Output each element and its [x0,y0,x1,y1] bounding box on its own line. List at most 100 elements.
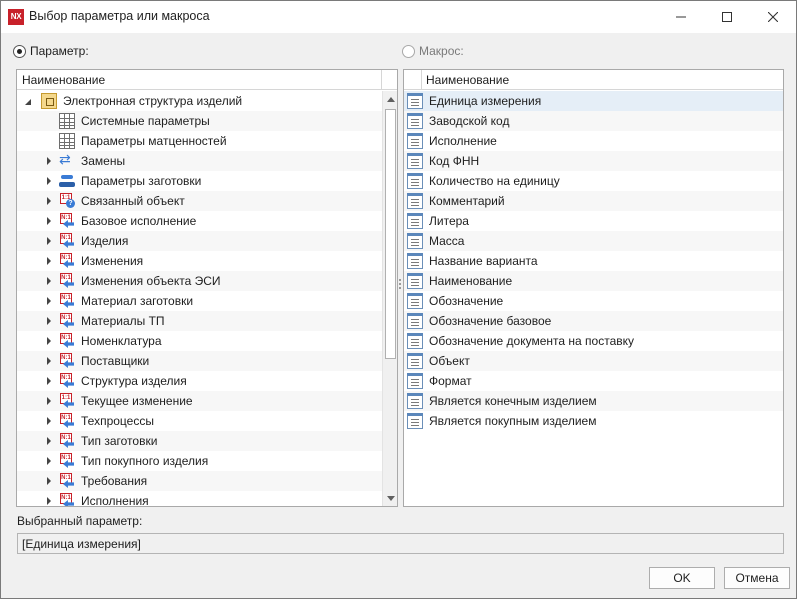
tree-item[interactable]: 1:1 Текущее изменение [17,391,382,411]
list-item[interactable]: Обозначение документа на поставку [404,331,783,351]
expand-arrow-icon[interactable] [45,211,55,231]
tree-item-label: Структура изделия [81,374,187,388]
macro-radio-dot[interactable] [402,44,415,58]
maximize-icon [722,12,732,22]
tree-item-label: Тип покупного изделия [81,454,209,468]
tree-item-label: Параметры заготовки [81,174,202,188]
expand-arrow-icon[interactable] [45,171,55,191]
tree-item-label: Изменения [81,254,144,268]
expand-arrow-icon[interactable] [45,431,55,451]
tree-item[interactable]: Замены [17,151,382,171]
list-item[interactable]: Комментарий [404,191,783,211]
tree-item[interactable]: N:1 Исполнения [17,491,382,506]
panel-splitter[interactable] [399,279,402,293]
expand-arrow-icon[interactable] [45,291,55,311]
collapse-arrow-icon[interactable] [25,91,35,111]
document-icon [407,273,423,289]
list-item[interactable]: Литера [404,211,783,231]
tree-vertical-scrollbar[interactable] [382,91,397,506]
expand-arrow-icon[interactable] [45,151,55,171]
expand-arrow-icon[interactable] [45,471,55,491]
list-column-header[interactable]: Наименование [404,70,783,90]
list-item[interactable]: Количество на единицу [404,171,783,191]
tree-item[interactable]: N:1 Изменения [17,251,382,271]
column-separator [421,70,422,89]
tree-item[interactable]: Параметры заготовки [17,171,382,191]
list-item[interactable]: Название варианта [404,251,783,271]
relation-n1-icon: N:1 [59,453,75,469]
list-column-header-label: Наименование [426,73,510,87]
expand-arrow-icon[interactable] [45,191,55,211]
expand-arrow-icon[interactable] [45,251,55,271]
document-icon [407,153,423,169]
document-icon [407,93,423,109]
table-icon [59,113,75,129]
close-button[interactable] [750,1,796,33]
tree-item[interactable]: N:1 Требования [17,471,382,491]
minimize-button[interactable] [658,1,704,33]
document-icon [407,133,423,149]
parameter-radio[interactable]: Параметр: [13,44,89,58]
tree-item[interactable]: N:1 Базовое исполнение [17,211,382,231]
expand-arrow-icon[interactable] [45,271,55,291]
relation-n1-icon: N:1 [59,413,75,429]
relation-n1-icon: N:1 [59,493,75,506]
document-icon [407,173,423,189]
list-item[interactable]: Формат [404,371,783,391]
cancel-button[interactable]: Отмена [724,567,790,589]
ok-button[interactable]: OK [649,567,715,589]
list-item[interactable]: Исполнение [404,131,783,151]
parameter-radio-dot[interactable] [13,44,26,58]
list-item[interactable]: Заводской код [404,111,783,131]
title-bar[interactable]: NX Выбор параметра или макроса [1,1,796,33]
tree-item[interactable]: N:1 Материалы ТП [17,311,382,331]
list-item[interactable]: Объект [404,351,783,371]
tree-item[interactable]: Электронная структура изделий [17,91,382,111]
expand-arrow-icon[interactable] [45,371,55,391]
nx-app-icon: NX [8,9,24,25]
tree-item[interactable]: N:1 Тип покупного изделия [17,451,382,471]
tree-item[interactable]: N:1 Материал заготовки [17,291,382,311]
maximize-button[interactable] [704,1,750,33]
tree-item[interactable]: N:1 Поставщики [17,351,382,371]
tree-item[interactable]: N:1 Структура изделия [17,371,382,391]
tree-item[interactable]: N:1 Номенклатура [17,331,382,351]
expand-arrow-icon[interactable] [45,451,55,471]
list-item-label: Является конечным изделием [429,394,597,408]
expand-arrow-icon[interactable] [45,391,55,411]
scroll-up-button[interactable] [383,91,397,107]
expand-arrow-icon[interactable] [45,311,55,331]
macro-radio[interactable]: Макрос: [402,44,464,58]
tree-column-header[interactable]: Наименование [17,70,397,90]
list-item[interactable]: Является покупным изделием [404,411,783,431]
scroll-thumb[interactable] [385,109,396,359]
tree-item[interactable]: N:1 Техпроцессы [17,411,382,431]
list-item[interactable]: Единица измерения [404,91,783,111]
tree-item[interactable]: Параметры матценностей [17,131,382,151]
tree-item[interactable]: N:1 Изделия [17,231,382,251]
tree-item[interactable]: Системные параметры [17,111,382,131]
selected-parameter-field: [Единица измерения] [17,533,784,554]
tree-item[interactable]: N:1 Изменения объекта ЭСИ [17,271,382,291]
list-item-label: Название варианта [429,254,538,268]
expand-arrow-icon[interactable] [45,231,55,251]
list-item-label: Наименование [429,274,513,288]
list-item[interactable]: Обозначение [404,291,783,311]
relation-n1-icon: N:1 [59,233,75,249]
expand-arrow-icon[interactable] [45,331,55,351]
list-item-label: Обозначение документа на поставку [429,334,634,348]
tree-item[interactable]: N:1 Тип заготовки [17,431,382,451]
expand-arrow-icon[interactable] [45,411,55,431]
tree-item[interactable]: 1:1? Связанный объект [17,191,382,211]
list-item[interactable]: Наименование [404,271,783,291]
list-item[interactable]: Обозначение базовое [404,311,783,331]
list-item[interactable]: Код ФНН [404,151,783,171]
list-item[interactable]: Является конечным изделием [404,391,783,411]
dialog-window: NX Выбор параметра или макроса Параметр:… [0,0,797,599]
list-item[interactable]: Масса [404,231,783,251]
expand-arrow-icon[interactable] [45,491,55,506]
expand-arrow-icon[interactable] [45,351,55,371]
document-icon [407,393,423,409]
scroll-down-button[interactable] [383,491,397,506]
